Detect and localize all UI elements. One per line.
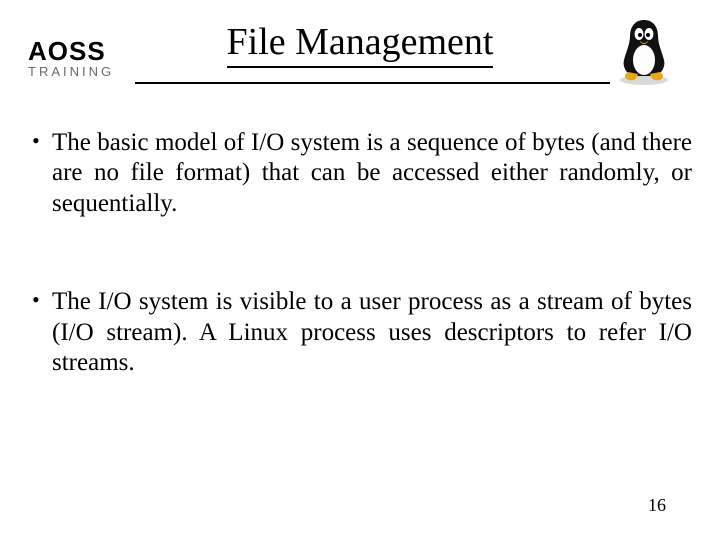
list-item: The I/O system is visible to a user proc… [28,287,692,379]
slide-title: File Management [227,18,494,68]
tux-icon [614,14,674,86]
logo-main: AOSS [28,38,114,64]
page-number: 16 [648,495,666,516]
logo-sub: TRAINING [28,65,114,78]
bullet-list: The basic model of I/O system is a seque… [28,128,692,379]
logo: AOSS TRAINING [28,38,114,78]
slide-body: The basic model of I/O system is a seque… [0,68,720,379]
title-row: File Management [20,18,700,68]
list-item: The basic model of I/O system is a seque… [28,128,692,220]
header-rule [135,82,610,84]
slide-header: AOSS TRAINING File Management [0,0,720,68]
